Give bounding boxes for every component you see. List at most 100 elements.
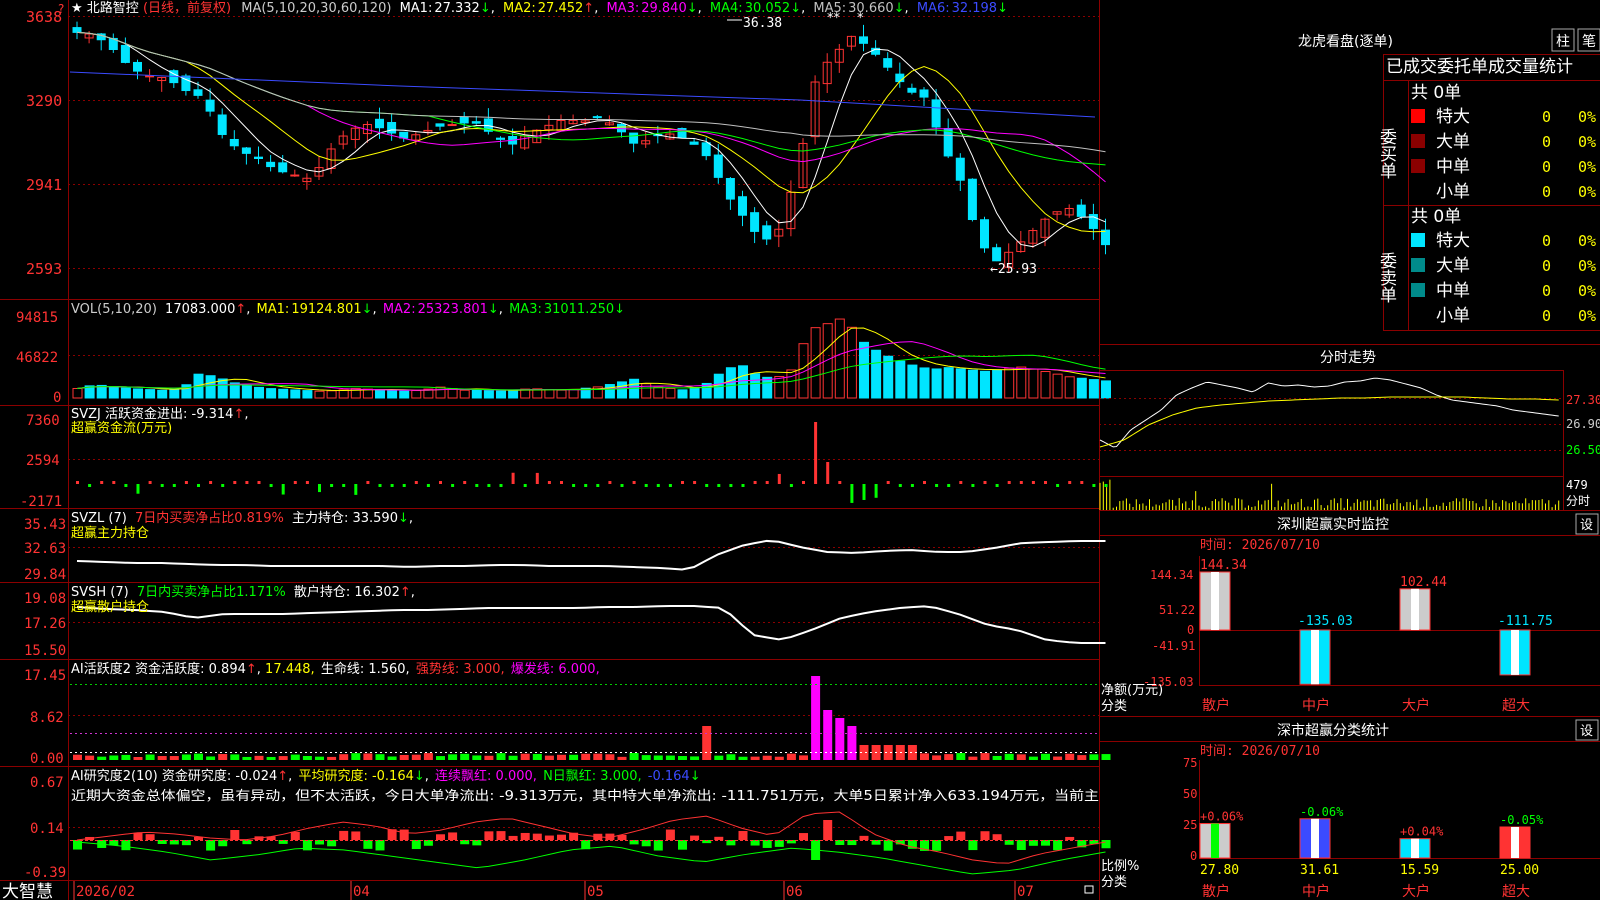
- intraday-title: 分时走势: [1320, 350, 1376, 366]
- research-bar: [956, 831, 966, 840]
- svzj-bar: [802, 481, 805, 484]
- star-icon[interactable]: ★: [71, 1, 83, 16]
- activity-bar: [242, 756, 252, 760]
- svzj-bar: [620, 484, 624, 487]
- volume-bar: [1064, 376, 1075, 399]
- activity-bar: [73, 754, 82, 760]
- legend-swatch: [1411, 134, 1425, 148]
- research-bar: [678, 840, 687, 850]
- legend-swatch: [1411, 233, 1425, 247]
- volume-bar: [266, 388, 277, 399]
- price-tick: 2593: [26, 260, 62, 278]
- candle-body: [980, 219, 989, 249]
- sell-total: 共 0单: [1411, 207, 1461, 227]
- activity-bar: [690, 756, 700, 760]
- volume-bar: [1016, 366, 1027, 399]
- volume-bar: [544, 389, 555, 399]
- stock-terminal-screen: 3638 3290 2941 2593 ? 94815 46822 0 7360…: [0, 0, 1600, 900]
- volume-axis: 94815 46822 0: [16, 310, 61, 406]
- candle-body: [955, 157, 965, 181]
- activity-bar: [133, 756, 143, 760]
- activity-bar: [448, 754, 458, 760]
- svzj-header: SVZJ 活跃资金进出: -9.314↑,: [71, 406, 248, 422]
- order-count: 0: [1542, 307, 1551, 325]
- volume-bar: [907, 364, 918, 399]
- tab-orders[interactable]: 委托单: [1437, 57, 1488, 77]
- ratio-value: 27.80: [1200, 863, 1239, 878]
- classify-tick: 25: [1183, 818, 1197, 832]
- price-tick: 3290: [26, 92, 62, 110]
- research-bar: [714, 836, 724, 840]
- activity-bar: [678, 756, 687, 760]
- activity-bar: [411, 754, 421, 760]
- order-count: 0: [1542, 183, 1551, 201]
- svzj-bar: [935, 484, 939, 487]
- research-bar: [339, 830, 349, 840]
- svzj-bar: [366, 481, 370, 484]
- order-percent: 0%: [1578, 183, 1596, 201]
- activity-bar: [109, 755, 119, 760]
- ratio-change: -0.05%: [1500, 813, 1544, 827]
- activity-bar: [351, 753, 361, 760]
- legend-swatch: [1411, 159, 1425, 173]
- order-percent: 0%: [1578, 232, 1596, 250]
- svzj-bar: [862, 484, 866, 500]
- activity-bar: [629, 753, 639, 760]
- intraday-vol-label: 分时: [1566, 494, 1590, 508]
- svzj-bar: [910, 484, 914, 487]
- svzj-bar: [693, 481, 697, 484]
- date-tick: 04: [353, 884, 370, 900]
- ai2-tick: 0.67: [30, 775, 64, 791]
- candle-body: [133, 61, 142, 72]
- ma-line: [76, 31, 1106, 183]
- activity-bar: [169, 756, 179, 760]
- research-bar: [484, 831, 494, 840]
- volume-bar: [1028, 368, 1039, 399]
- legend-swatch: [1411, 283, 1425, 297]
- lock-icon[interactable]: [1084, 885, 1094, 894]
- research-bar: [448, 832, 458, 840]
- research-bar: [1016, 840, 1026, 850]
- activity-bar: [944, 754, 954, 760]
- volume-bar: [568, 389, 579, 399]
- research-bar: [290, 831, 300, 840]
- svzj-bar: [572, 484, 576, 487]
- svzl-line: [76, 539, 1106, 571]
- svzl-tick: 29.84: [24, 567, 66, 583]
- tick-view-label: 笔: [1582, 34, 1596, 50]
- activity-bar: [520, 753, 530, 760]
- volume-bar: [774, 376, 785, 399]
- research-bar: [980, 831, 990, 840]
- activity-bar: [1089, 754, 1099, 760]
- tab-executed[interactable]: 已成交: [1386, 57, 1437, 77]
- volume-bar: [798, 343, 809, 399]
- svg-text:委买单: 委买单: [1376, 128, 1397, 179]
- monitor-xlabel: 分类: [1101, 699, 1127, 714]
- activity-bar: [1028, 756, 1038, 760]
- ratio-bar-highlight: [1311, 818, 1319, 858]
- candle-body: [217, 114, 227, 135]
- svzj-bar: [741, 484, 745, 487]
- research-bar: [992, 834, 1002, 840]
- svzj-bar: [705, 484, 709, 487]
- activity-bar: [968, 756, 978, 760]
- research-bar: [1101, 840, 1111, 849]
- volume-bar: [895, 360, 906, 399]
- svzj-bar: [1007, 481, 1011, 484]
- svzj-bar: [1044, 481, 1047, 484]
- svzj-bar: [136, 484, 140, 494]
- volume-bar: [483, 390, 494, 399]
- volume-bar: [108, 386, 119, 399]
- question-icon[interactable]: ?: [58, 2, 64, 16]
- activity-bar: [532, 753, 542, 760]
- candle-body: [689, 141, 699, 145]
- lhb-panel: 龙虎看盘(逐单) 柱 笔 已成交 委托单 成交量统计 委买单 委卖单 共 0单 …: [1099, 28, 1600, 345]
- svzj-bar: [1104, 484, 1108, 487]
- activity-bar: [85, 755, 95, 760]
- tab-volume-stats[interactable]: 成交量统计: [1488, 57, 1573, 77]
- research-bar: [799, 833, 808, 840]
- buy-total: 共 0单: [1411, 83, 1461, 103]
- volume-bar: [834, 318, 845, 399]
- monitor-bars: 144.34 散户 -135.03 中户 102.44 大户 -111.75 超大: [1199, 558, 1553, 714]
- svzj-bar: [402, 484, 406, 487]
